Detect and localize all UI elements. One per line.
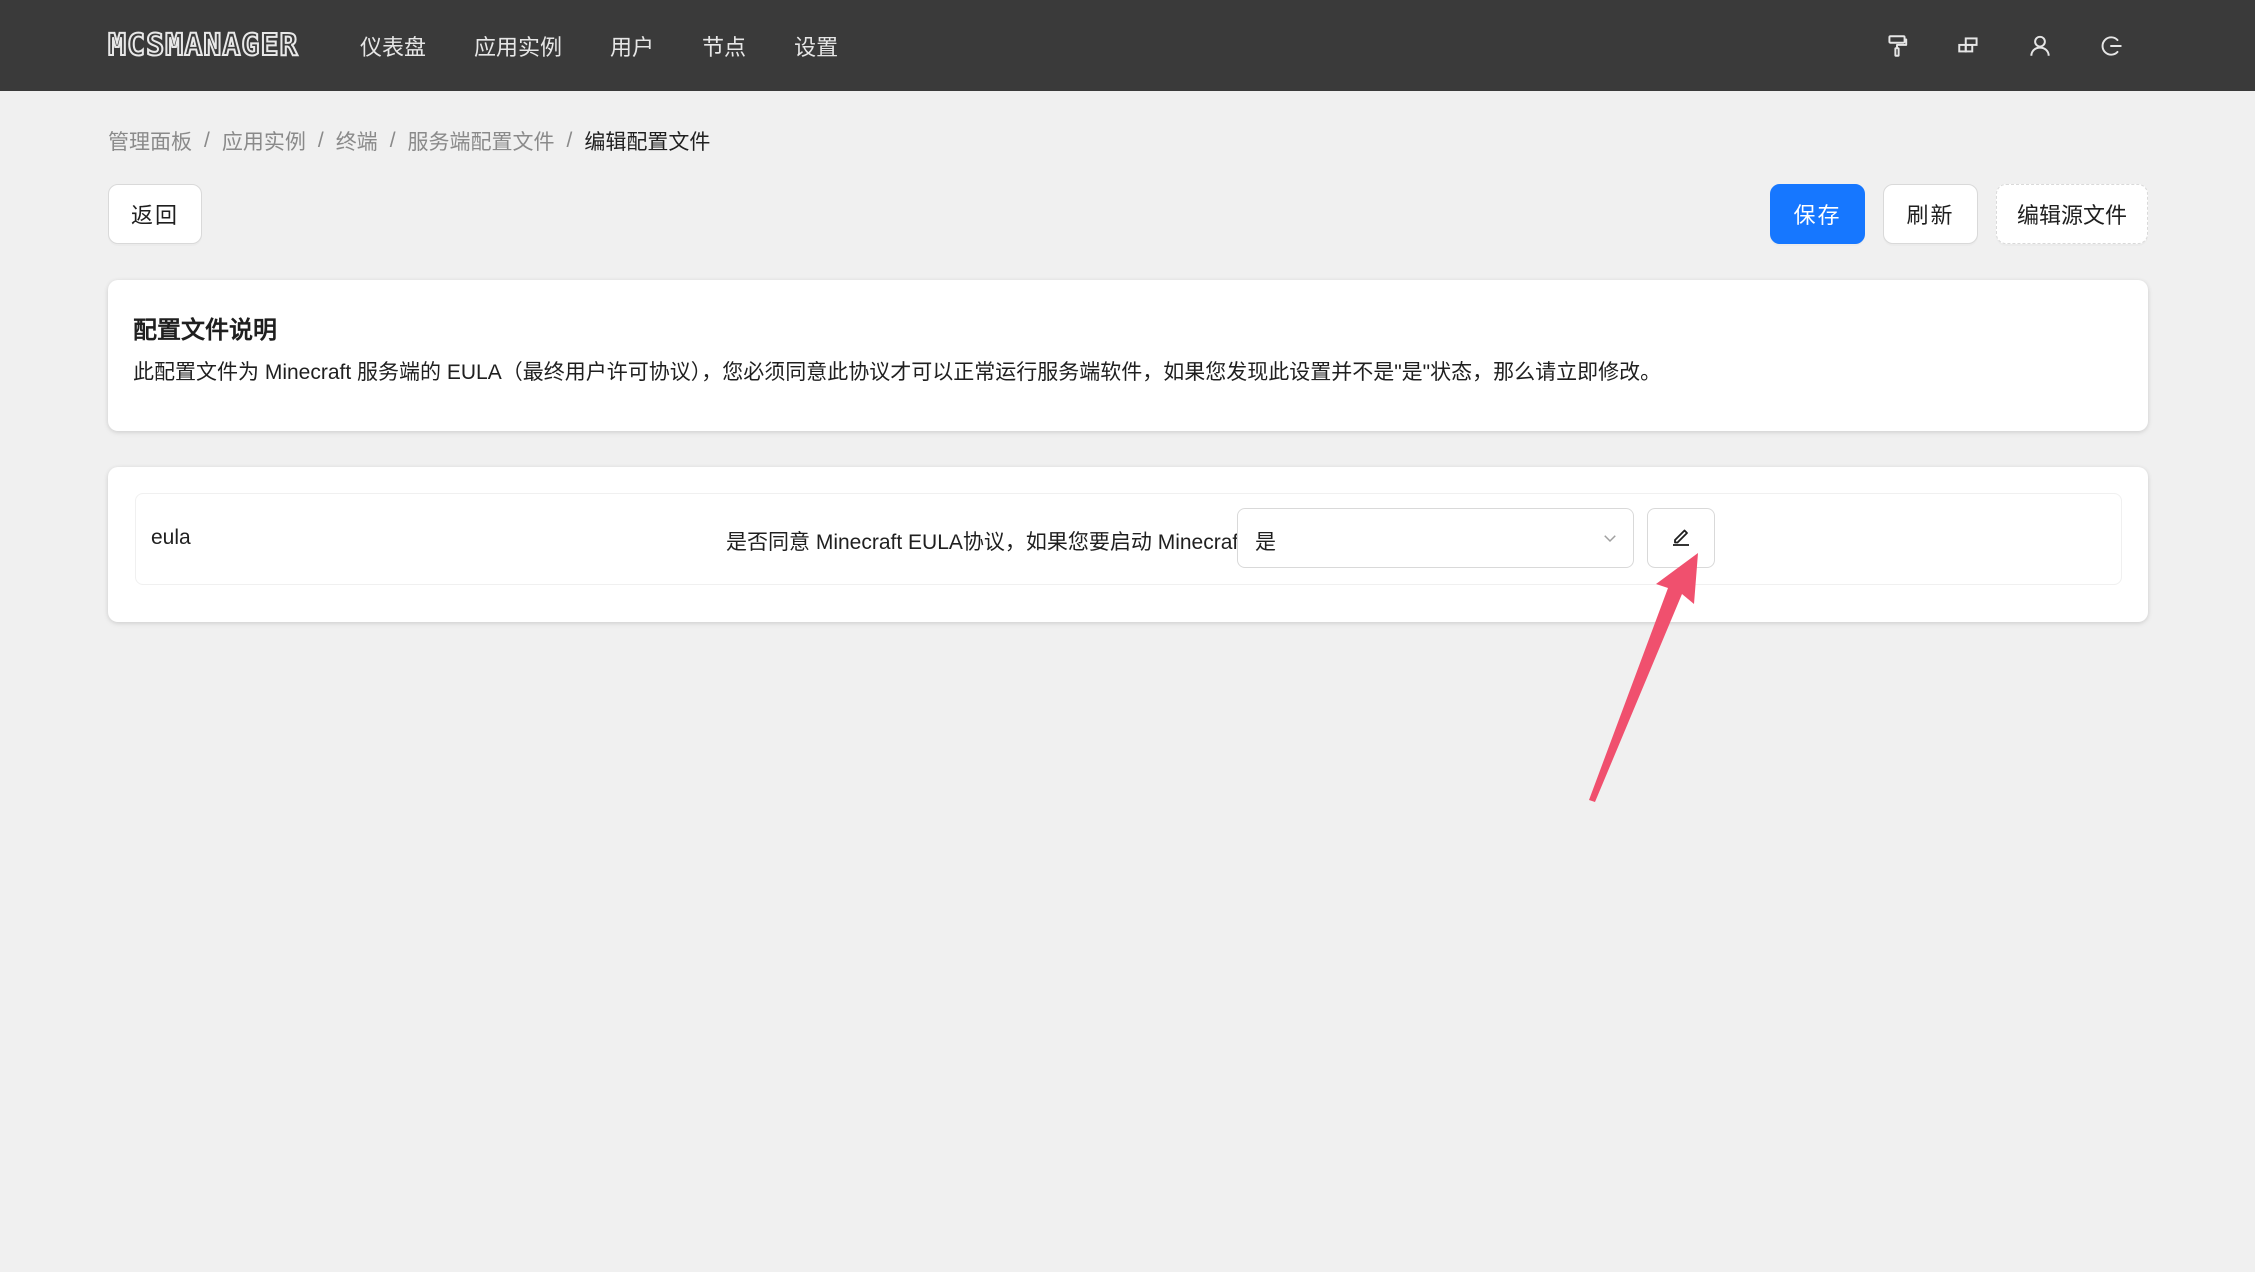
config-row: eula 是否同意 Minecraft EULA协议，如果您要启动 Minecr… <box>135 493 2122 585</box>
config-description-text: 此配置文件为 Minecraft 服务端的 EULA（最终用户许可协议），您必须… <box>133 361 1662 384</box>
chevron-down-icon <box>1601 529 1619 547</box>
breadcrumb-separator: / <box>566 129 573 152</box>
top-navigation-bar: MCSMANAGER 仪表盘 应用实例 用户 节点 设置 <box>0 0 2255 91</box>
layout-icon[interactable] <box>1956 33 1982 59</box>
back-button[interactable]: 返回 <box>108 184 202 244</box>
logout-icon[interactable] <box>2098 33 2124 59</box>
eula-value-select[interactable]: 是 <box>1237 508 1634 568</box>
breadcrumb-item-instances[interactable]: 应用实例 <box>222 126 306 156</box>
breadcrumb-separator: / <box>389 129 396 152</box>
nav-item-dashboard[interactable]: 仪表盘 <box>360 30 426 62</box>
config-description-title: 配置文件说明 <box>133 317 277 344</box>
breadcrumb-current: 编辑配置文件 <box>584 131 711 154</box>
nav-item-instances[interactable]: 应用实例 <box>474 30 562 62</box>
edit-icon <box>1669 524 1693 553</box>
edit-source-button[interactable]: 编辑源文件 <box>1996 184 2148 244</box>
refresh-button[interactable]: 刷新 <box>1883 184 1978 244</box>
breadcrumb-item-terminal[interactable]: 终端 <box>336 126 378 156</box>
paint-roller-icon[interactable] <box>1884 33 1910 59</box>
config-items-card: eula 是否同意 Minecraft EULA协议，如果您要启动 Minecr… <box>108 467 2148 622</box>
select-value: 是 <box>1255 531 1276 554</box>
edit-value-button[interactable] <box>1647 508 1715 568</box>
save-button[interactable]: 保存 <box>1770 184 1865 244</box>
breadcrumb-separator: / <box>317 129 324 152</box>
breadcrumb-separator: / <box>204 129 210 152</box>
nav-item-users[interactable]: 用户 <box>610 30 654 62</box>
config-key: eula <box>151 526 191 549</box>
app-logo[interactable]: MCSMANAGER <box>107 30 299 62</box>
config-description-card: 配置文件说明 此配置文件为 Minecraft 服务端的 EULA（最终用户许可… <box>108 280 2148 431</box>
nav-item-settings[interactable]: 设置 <box>794 30 838 62</box>
user-icon[interactable] <box>2027 33 2053 59</box>
nav-item-nodes[interactable]: 节点 <box>702 30 746 62</box>
main-nav: 仪表盘 应用实例 用户 节点 设置 <box>360 0 886 91</box>
breadcrumb: 管理面板 / 应用实例 / 终端 / 服务端配置文件 / 编辑配置文件 <box>108 126 710 156</box>
breadcrumb-item-panel[interactable]: 管理面板 <box>108 126 192 156</box>
breadcrumb-item-config-files[interactable]: 服务端配置文件 <box>408 126 555 156</box>
